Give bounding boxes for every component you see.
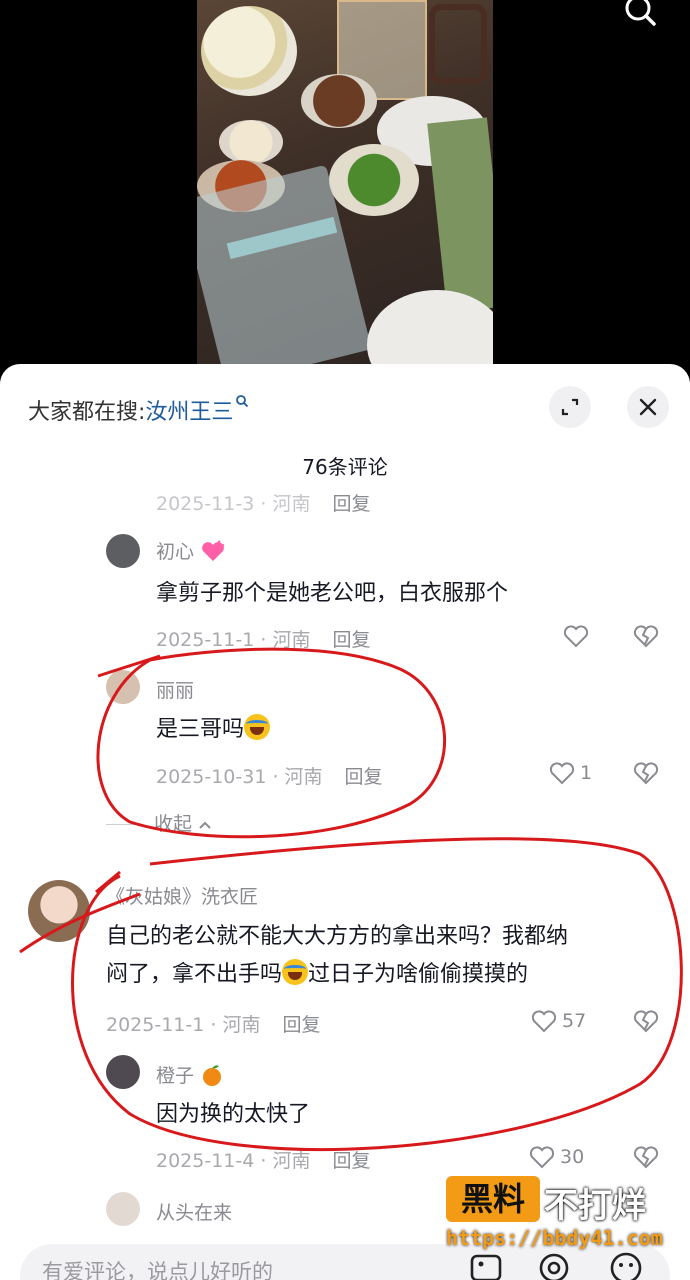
avatar[interactable]	[28, 880, 90, 942]
reply-button[interactable]: 回复	[282, 1014, 320, 1036]
like-count: 30	[560, 1146, 585, 1168]
reply-button[interactable]: 回复	[332, 1150, 370, 1172]
greens-plate	[329, 144, 419, 216]
comment-meta: 2025-11-1 · 河南 回复	[156, 625, 370, 652]
meat-plate	[301, 74, 377, 128]
avatar[interactable]	[106, 1192, 140, 1226]
chevron-up-icon	[199, 821, 211, 829]
like-count: 1	[580, 762, 593, 784]
watermark-text: 不打烊	[544, 1186, 646, 1226]
video-area[interactable]	[0, 0, 690, 380]
like-heart-icon	[549, 762, 575, 785]
comment-text: 拿剪子那个是她老公吧，白衣服那个	[156, 581, 509, 606]
buns-plate	[201, 6, 297, 96]
search-icon[interactable]	[620, 0, 660, 30]
comment-date-location: 2025-11-4 · 河南	[156, 1150, 311, 1172]
avatar[interactable]	[106, 670, 140, 704]
watermark-badge: 黑料	[446, 1176, 540, 1222]
like-count: 57	[562, 1010, 587, 1032]
comment-date-location: 2025-11-1 · 河南	[156, 629, 311, 651]
comment-meta: 2025-10-31 · 河南 回复	[156, 762, 383, 789]
comment-text: 是三哥吗	[156, 711, 271, 749]
hot-search-prefix: 大家都在搜:	[28, 400, 146, 425]
collapse-replies-button[interactable]: 收起	[106, 809, 212, 836]
expand-icon	[561, 398, 579, 416]
like-heart-icon	[531, 1010, 557, 1033]
close-icon	[639, 398, 657, 416]
avatar[interactable]	[106, 534, 140, 568]
close-button[interactable]	[627, 386, 669, 428]
like-button[interactable]: 57	[530, 1008, 586, 1034]
comment-author[interactable]: 从头在来	[156, 1198, 232, 1225]
search-icon	[236, 395, 249, 408]
comment-author[interactable]: 橙子	[156, 1061, 224, 1088]
laugh-cry-emoji-icon	[282, 959, 309, 985]
collapse-label: 收起	[154, 813, 193, 835]
comment-sheet: 大家都在搜:汝州王三 76条评论 2025-11-3 · 河南 回复 初心 拿剪子…	[0, 364, 690, 1280]
comment-text: 自己的老公就不能大大方方的拿出来吗？我都纳 闷了，拿不出手吗 过日子为啥偷偷摸摸的	[106, 924, 569, 987]
dislike-broken-heart-icon[interactable]	[632, 1144, 660, 1170]
hot-search-bar[interactable]: 大家都在搜:汝州王三	[28, 394, 249, 426]
laugh-cry-emoji-icon	[244, 714, 271, 740]
hot-search-keyword[interactable]: 汝州王三	[145, 400, 233, 425]
comment-text: 因为换的太快了	[156, 1102, 311, 1127]
chair-shape	[429, 4, 487, 84]
dislike-broken-heart-icon[interactable]	[632, 760, 660, 786]
watermark: 黑料 不打烊 https://bbdy41.com	[446, 1176, 686, 1260]
partial-comment-meta: 2025-11-3 · 河南 回复	[156, 493, 371, 515]
comment-input-placeholder: 有爱评论，说点儿好听的	[42, 1260, 273, 1280]
dislike-broken-heart-icon[interactable]	[632, 1008, 660, 1034]
like-heart-icon	[529, 1146, 555, 1169]
collapse-divider	[106, 824, 142, 825]
comment-date-location: 2025-10-31 · 河南	[156, 766, 323, 788]
watermark-url: https://bbdy41.com	[446, 1226, 663, 1250]
like-button[interactable]: 30	[528, 1144, 584, 1170]
expand-button[interactable]	[549, 386, 591, 428]
dislike-broken-heart-icon[interactable]	[632, 623, 660, 649]
orange-emoji-icon	[203, 1065, 222, 1086]
gift-bag	[427, 117, 493, 313]
like-button[interactable]: 1	[548, 760, 592, 786]
comment-count-title: 76条评论	[302, 455, 388, 479]
reply-button[interactable]: 回复	[332, 629, 370, 651]
reply-button[interactable]: 回复	[345, 766, 383, 788]
comment-author[interactable]: 《灰姑娘》洗衣匠	[106, 882, 258, 909]
comment-date-location: 2025-11-1 · 河南	[106, 1014, 261, 1036]
video-frame[interactable]	[197, 0, 493, 380]
heart-emoji-icon	[202, 540, 225, 561]
comment-author[interactable]: 初心	[156, 537, 226, 564]
comment-list[interactable]: 2025-11-3 · 河南 回复 初心 拿剪子那个是她老公吧，白衣服那个 202…	[0, 484, 690, 1244]
comment-meta: 2025-11-1 · 河南 回复	[106, 1010, 320, 1037]
comment-meta: 2025-11-4 · 河南 回复	[156, 1146, 370, 1173]
eggs-plate	[219, 120, 283, 164]
avatar[interactable]	[106, 1055, 140, 1089]
like-heart-icon[interactable]	[562, 623, 590, 649]
comment-author[interactable]: 丽丽	[156, 676, 194, 703]
